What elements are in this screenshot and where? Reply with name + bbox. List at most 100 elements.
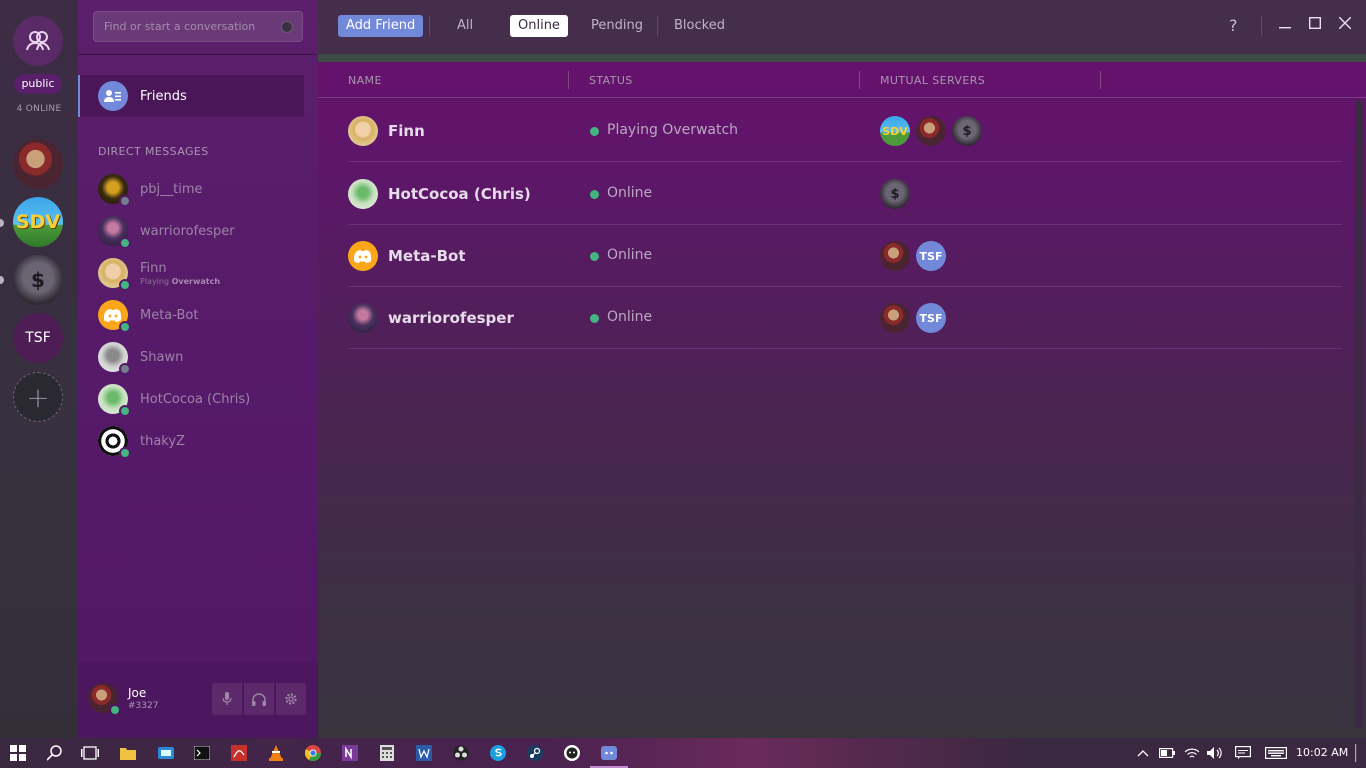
discord-bot-icon — [354, 250, 372, 263]
mutual-server-tsf[interactable]: TSF — [916, 303, 946, 333]
dm-item-thakyz[interactable]: thakyZ — [98, 425, 298, 459]
server-money[interactable]: $ — [13, 255, 63, 305]
avatar — [98, 342, 131, 375]
mutual-server-money[interactable]: $ — [880, 179, 910, 209]
avatar — [98, 258, 131, 291]
notifications-icon[interactable] — [1234, 744, 1252, 762]
scrollbar[interactable] — [1355, 100, 1363, 728]
tab-online[interactable]: Online — [510, 15, 568, 37]
avatar — [348, 303, 378, 333]
dm-name: pbj__time — [140, 181, 203, 197]
wifi-icon[interactable] — [1183, 744, 1201, 762]
pdf-icon[interactable] — [230, 744, 248, 762]
add-friend-button[interactable]: Add Friend — [338, 15, 424, 37]
status-dot — [590, 127, 599, 136]
activity-prefix: Playing — [140, 277, 170, 286]
dm-sidebar: Friends DIRECT MESSAGES pbj__time warrio… — [78, 0, 318, 738]
server-tsf[interactable]: TSF — [13, 313, 63, 363]
search-input[interactable] — [94, 12, 302, 41]
status-indicator — [119, 363, 131, 375]
vlc-icon[interactable] — [267, 744, 285, 762]
mutual-server-joe[interactable] — [916, 116, 946, 146]
mutual-server-money[interactable]: $ — [952, 116, 982, 146]
divider — [657, 16, 658, 36]
volume-icon[interactable] — [1206, 744, 1224, 762]
user-settings-button[interactable] — [276, 683, 306, 715]
avatar — [348, 241, 378, 271]
minimize-icon[interactable] — [1276, 15, 1294, 33]
word-icon[interactable] — [415, 744, 433, 762]
column-header-mutual[interactable]: MUTUAL SERVERS — [880, 74, 985, 87]
keyboard-icon[interactable] — [1264, 744, 1288, 762]
friends-home-button[interactable] — [13, 16, 63, 66]
server-joe[interactable] — [13, 139, 63, 189]
mute-button[interactable] — [212, 683, 242, 715]
show-desktop-icon[interactable] — [1350, 744, 1362, 762]
search-icon[interactable] — [46, 744, 64, 762]
microphone-icon — [222, 692, 232, 705]
friend-row[interactable]: Meta-Bot Online TSF — [348, 225, 1342, 287]
friend-row[interactable]: HotCocoa (Chris) Online $ — [348, 163, 1342, 225]
file-explorer-icon[interactable] — [119, 744, 137, 762]
deafen-button[interactable] — [244, 683, 274, 715]
server-unread-pill — [0, 276, 4, 284]
steam-icon[interactable] — [526, 744, 544, 762]
mutual-server-tsf[interactable]: TSF — [916, 241, 946, 271]
divider — [429, 16, 430, 36]
friends-icon — [26, 31, 50, 51]
tab-blocked[interactable]: Blocked — [666, 15, 733, 37]
avatar[interactable] — [88, 683, 121, 716]
dm-name: Shawn — [140, 349, 184, 365]
mutual-server-sdv[interactable]: SDV — [880, 116, 910, 146]
add-server-button[interactable]: + — [13, 372, 63, 422]
server-sdv[interactable]: SDV — [13, 197, 63, 247]
friends-nav-item[interactable]: Friends — [78, 75, 304, 117]
status-indicator — [119, 405, 131, 417]
dm-activity: Playing Overwatch — [140, 277, 220, 286]
help-icon[interactable]: ? — [1229, 16, 1238, 35]
task-view-icon[interactable] — [81, 744, 99, 762]
status-indicator — [119, 237, 131, 249]
chevron-up-icon[interactable] — [1134, 744, 1152, 762]
friend-status: Playing Overwatch — [607, 122, 739, 138]
dm-item-meta-bot[interactable]: Meta-Bot — [98, 299, 298, 333]
skype-icon[interactable] — [489, 744, 507, 762]
calculator-icon[interactable] — [378, 744, 396, 762]
maximize-icon[interactable] — [1306, 15, 1324, 33]
terminal-icon[interactable] — [193, 744, 211, 762]
dm-item-hotcocoa[interactable]: HotCocoa (Chris) — [98, 383, 298, 417]
friend-name: warriorofesper — [388, 309, 514, 327]
status-dot — [590, 252, 599, 261]
dm-name: warriorofesper — [140, 223, 235, 239]
friend-row[interactable]: Finn Playing Overwatch SDV $ — [348, 100, 1342, 162]
friend-row[interactable]: warriorofesper Online TSF — [348, 287, 1342, 349]
dm-item-pbj-time[interactable]: pbj__time — [98, 173, 298, 207]
windows-start-icon[interactable] — [9, 744, 27, 762]
dm-item-finn[interactable]: Finn Playing Overwatch — [98, 257, 298, 291]
mutual-server-joe[interactable] — [880, 303, 910, 333]
dm-name: Finn — [140, 260, 167, 276]
battery-icon[interactable] — [1158, 744, 1176, 762]
chrome-icon[interactable] — [304, 744, 322, 762]
close-icon[interactable] — [1336, 15, 1354, 33]
obs-icon[interactable] — [452, 744, 470, 762]
dm-item-warriorofesper[interactable]: warriorofesper — [98, 215, 298, 249]
tab-all[interactable]: All — [449, 15, 481, 37]
mutual-server-joe[interactable] — [880, 241, 910, 271]
discord-taskbar-icon[interactable] — [590, 744, 628, 768]
activity-game: Overwatch — [171, 277, 221, 286]
tab-pending[interactable]: Pending — [583, 15, 651, 37]
onenote-icon[interactable] — [341, 744, 359, 762]
github-icon[interactable] — [563, 744, 581, 762]
status-indicator — [119, 321, 131, 333]
column-header-status[interactable]: STATUS — [589, 74, 633, 87]
dm-item-shawn[interactable]: Shawn — [98, 341, 298, 375]
divider — [1261, 16, 1262, 36]
app-icon[interactable] — [157, 744, 175, 762]
column-header-name[interactable]: NAME — [348, 74, 382, 87]
status-indicator — [119, 279, 131, 291]
column-divider — [859, 71, 860, 89]
taskbar-clock[interactable]: 10:02 AM — [1296, 746, 1348, 759]
search-box[interactable] — [93, 11, 303, 42]
user-discriminator: #3327 — [128, 701, 159, 711]
